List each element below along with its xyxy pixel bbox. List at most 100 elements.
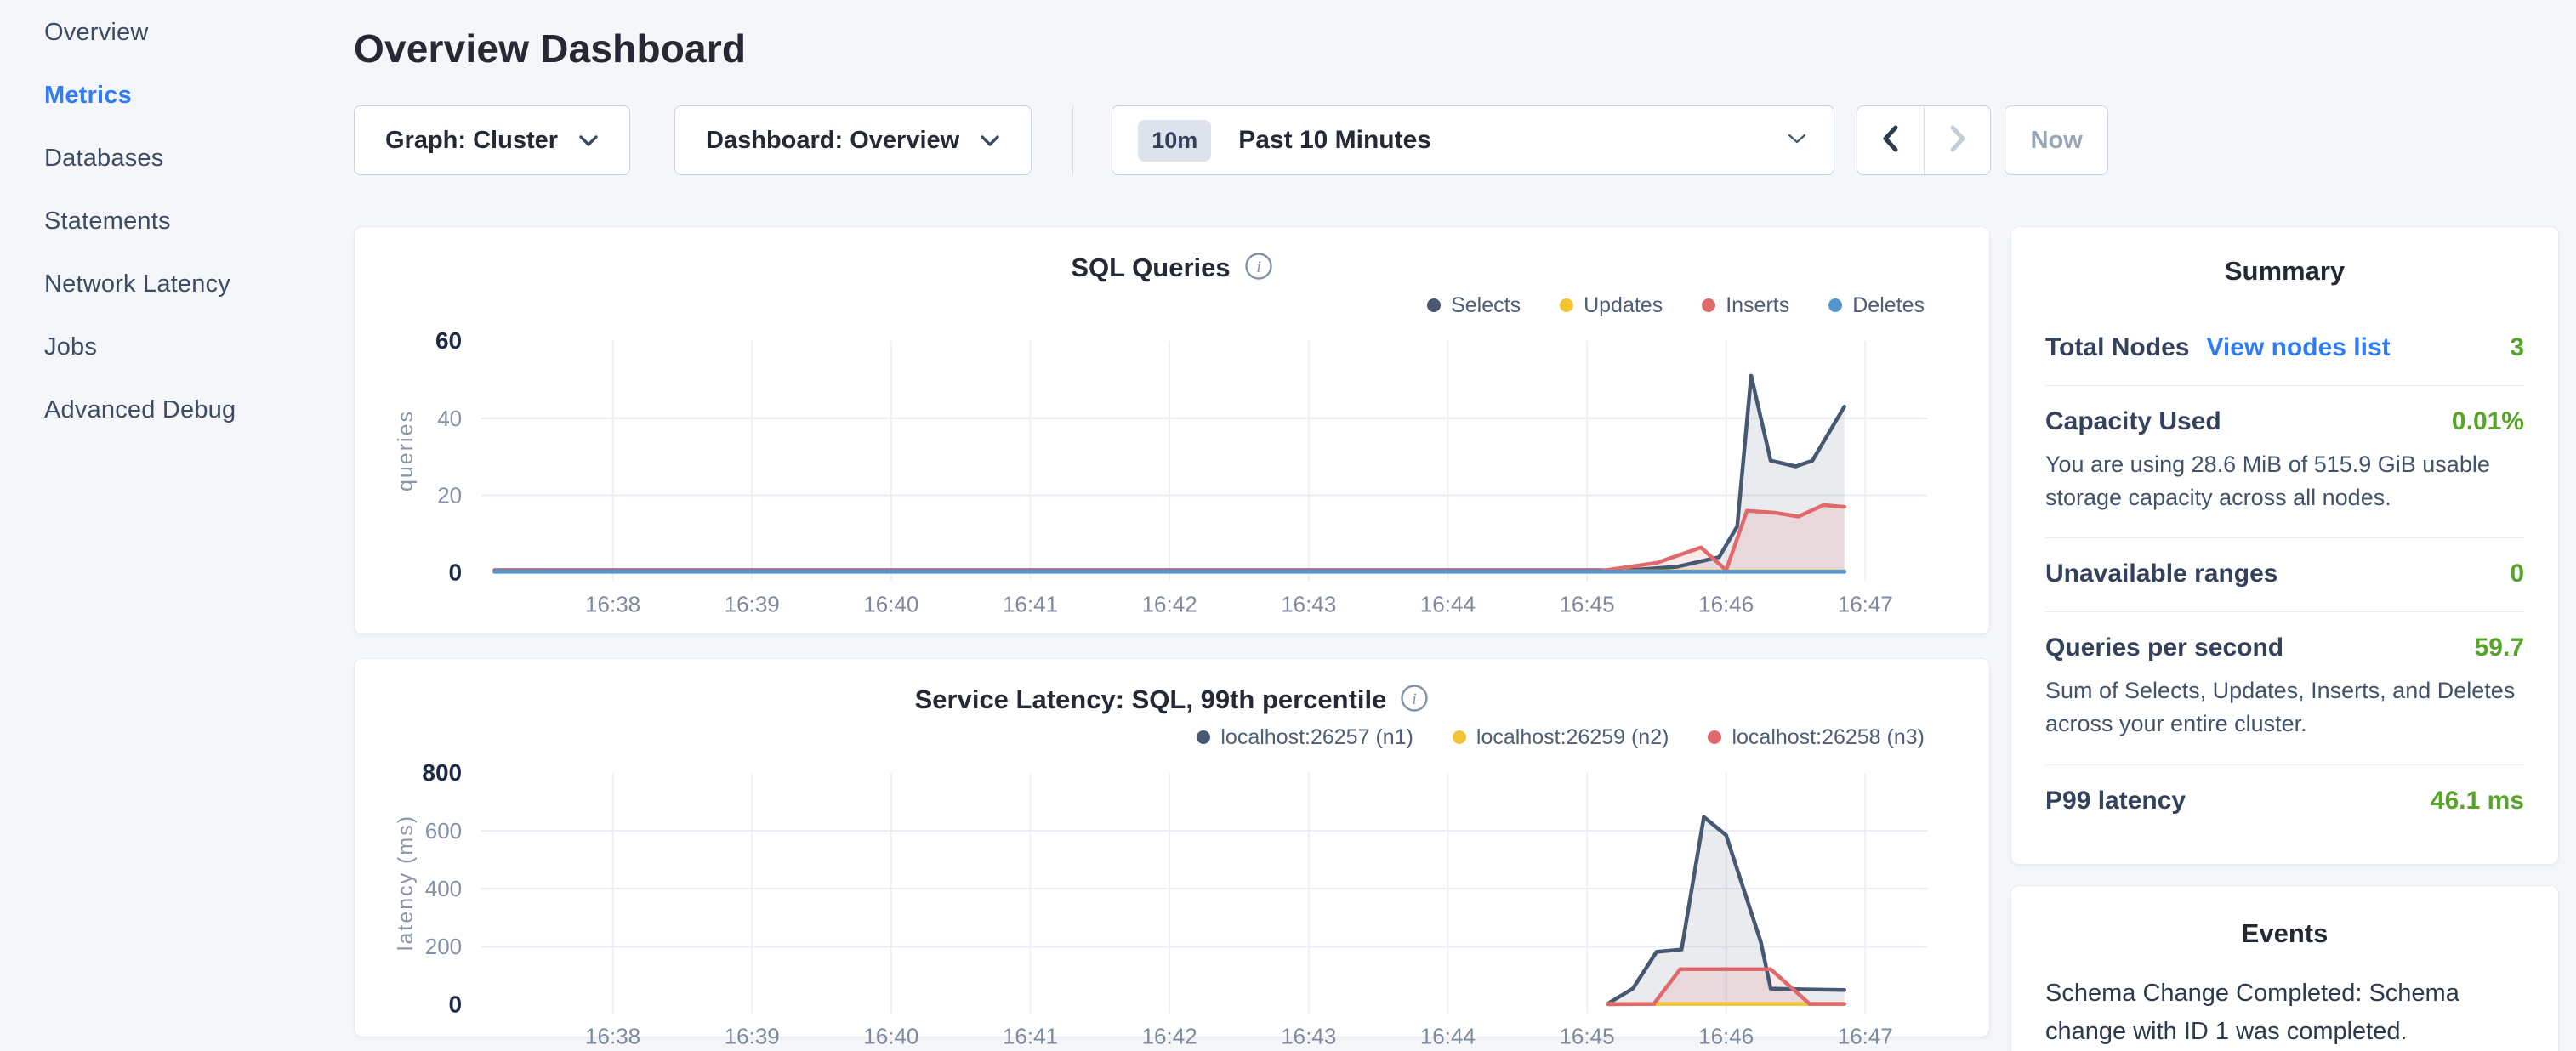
summary-row-qps: Queries per second 59.7 Sum of Selects, …	[2045, 611, 2524, 764]
chevron-right-icon	[1948, 124, 1967, 157]
events-panel: Events Schema Change Completed: Schema c…	[2010, 885, 2559, 1051]
summary-label: Total Nodes	[2045, 333, 2189, 362]
charts-column: SQL Queries i Selects Updates Inserts De…	[354, 226, 1990, 1051]
legend-item: Updates	[1560, 293, 1663, 318]
graph-dropdown-label: Graph: Cluster	[385, 127, 558, 155]
svg-text:16:44: 16:44	[1420, 591, 1476, 616]
svg-text:i: i	[1256, 258, 1260, 276]
chevron-left-icon	[1881, 124, 1900, 157]
svg-text:20: 20	[437, 483, 462, 508]
summary-value: 46.1 ms	[2431, 787, 2524, 815]
sidebar-item-databases[interactable]: Databases	[44, 145, 354, 173]
service-latency-chart[interactable]: 16:3816:3916:4016:4116:4216:4316:4416:45…	[380, 759, 1964, 1051]
info-icon[interactable]: i	[1400, 684, 1429, 717]
chart-title: SQL Queries	[1071, 253, 1230, 283]
legend-dot	[1702, 298, 1715, 312]
svg-text:16:38: 16:38	[585, 1023, 640, 1048]
svg-text:i: i	[1413, 690, 1417, 708]
summary-panel: Summary Total Nodes View nodes list 3 Ca…	[2010, 226, 2559, 865]
time-step-buttons	[1857, 105, 1991, 175]
dashboard-body: SQL Queries i Selects Updates Inserts De…	[354, 226, 2559, 1051]
next-time-button[interactable]	[1924, 106, 1990, 174]
svg-text:16:40: 16:40	[863, 591, 918, 616]
svg-text:800: 800	[422, 759, 462, 786]
now-button-label: Now	[2031, 127, 2083, 155]
svg-text:16:41: 16:41	[1003, 591, 1058, 616]
summary-label: P99 latency	[2045, 787, 2186, 815]
svg-text:200: 200	[425, 934, 462, 959]
summary-value: 3	[2510, 333, 2524, 362]
view-nodes-list-link[interactable]: View nodes list	[2206, 333, 2390, 362]
legend-label: Deletes	[1852, 293, 1925, 318]
dashboard-dropdown-label: Dashboard: Overview	[706, 127, 959, 155]
legend-dot	[1828, 298, 1842, 312]
side-column: Summary Total Nodes View nodes list 3 Ca…	[2010, 226, 2559, 1051]
svg-text:400: 400	[425, 876, 462, 901]
legend-dot	[1197, 730, 1210, 744]
svg-text:16:43: 16:43	[1281, 1023, 1336, 1048]
svg-text:16:47: 16:47	[1838, 1023, 1893, 1048]
legend-dot	[1708, 730, 1721, 744]
svg-text:16:42: 16:42	[1142, 591, 1197, 616]
svg-text:16:44: 16:44	[1420, 1023, 1476, 1048]
sql-queries-chart[interactable]: 16:3816:3916:4016:4116:4216:4316:4416:45…	[380, 327, 1964, 622]
svg-text:16:46: 16:46	[1698, 591, 1754, 616]
sidebar-item-overview[interactable]: Overview	[44, 19, 354, 47]
svg-text:0: 0	[449, 991, 463, 1017]
sidebar-item-statements[interactable]: Statements	[44, 207, 354, 236]
chevron-down-icon	[980, 134, 1000, 147]
sidebar-item-advanced-debug[interactable]: Advanced Debug	[44, 396, 354, 424]
y-axis-label: latency (ms)	[394, 815, 418, 951]
dashboard-dropdown[interactable]: Dashboard: Overview	[674, 105, 1032, 175]
svg-text:16:45: 16:45	[1559, 591, 1614, 616]
summary-description: Sum of Selects, Updates, Inserts, and De…	[2045, 674, 2524, 741]
prev-time-button[interactable]	[1857, 106, 1924, 174]
svg-text:40: 40	[437, 406, 462, 431]
summary-value: 0	[2510, 560, 2524, 588]
main-content: Overview Dashboard Graph: Cluster Dashbo…	[354, 0, 2576, 1051]
svg-text:16:40: 16:40	[863, 1023, 918, 1048]
summary-value: 0.01%	[2452, 407, 2524, 436]
legend-item: Inserts	[1702, 293, 1789, 318]
page-title: Overview Dashboard	[354, 26, 2559, 71]
summary-label: Capacity Used	[2045, 407, 2221, 436]
events-heading: Events	[2045, 918, 2524, 949]
page: Overview Metrics Databases Statements Ne…	[0, 0, 2576, 1051]
chevron-down-icon	[578, 134, 599, 147]
svg-text:16:46: 16:46	[1698, 1023, 1754, 1048]
summary-row-p99-latency: P99 latency 46.1 ms	[2045, 764, 2524, 838]
chart-title: Service Latency: SQL, 99th percentile	[915, 685, 1387, 715]
event-item[interactable]: Schema Change Completed: Schema change w…	[2045, 974, 2524, 1051]
legend-item: localhost:26258 (n3)	[1708, 725, 1925, 750]
legend-label: Updates	[1584, 293, 1663, 318]
svg-text:16:39: 16:39	[725, 1023, 780, 1048]
legend-item: Deletes	[1828, 293, 1925, 318]
sql-queries-card: SQL Queries i Selects Updates Inserts De…	[354, 226, 1990, 634]
summary-row-capacity-used: Capacity Used 0.01% You are using 28.6 M…	[2045, 385, 2524, 537]
chart-legend: Selects Updates Inserts Deletes	[380, 288, 1964, 322]
sidebar-item-network-latency[interactable]: Network Latency	[44, 270, 354, 298]
sidebar-item-metrics[interactable]: Metrics	[44, 82, 354, 110]
summary-value: 59.7	[2475, 633, 2524, 662]
y-axis-label: queries	[394, 410, 418, 491]
svg-text:16:41: 16:41	[1003, 1023, 1058, 1048]
chart-legend: localhost:26257 (n1) localhost:26259 (n2…	[380, 720, 1964, 754]
time-window-badge: 10m	[1138, 120, 1211, 162]
info-icon[interactable]: i	[1244, 252, 1273, 285]
chevron-down-icon	[1786, 132, 1808, 150]
svg-text:16:43: 16:43	[1281, 591, 1336, 616]
summary-row-total-nodes: Total Nodes View nodes list 3	[2045, 312, 2524, 385]
summary-label: Unavailable ranges	[2045, 560, 2277, 588]
svg-text:16:47: 16:47	[1838, 591, 1893, 616]
graph-dropdown[interactable]: Graph: Cluster	[354, 105, 630, 175]
legend-item: Selects	[1427, 293, 1521, 318]
sidebar-item-jobs[interactable]: Jobs	[44, 333, 354, 361]
now-button[interactable]: Now	[2005, 105, 2108, 175]
summary-heading: Summary	[2045, 256, 2524, 287]
svg-text:60: 60	[435, 327, 462, 354]
legend-label: Inserts	[1726, 293, 1789, 318]
svg-text:16:42: 16:42	[1142, 1023, 1197, 1048]
svg-text:0: 0	[449, 559, 463, 585]
time-window-selector[interactable]: 10m Past 10 Minutes	[1112, 105, 1834, 175]
legend-label: Selects	[1451, 293, 1521, 318]
